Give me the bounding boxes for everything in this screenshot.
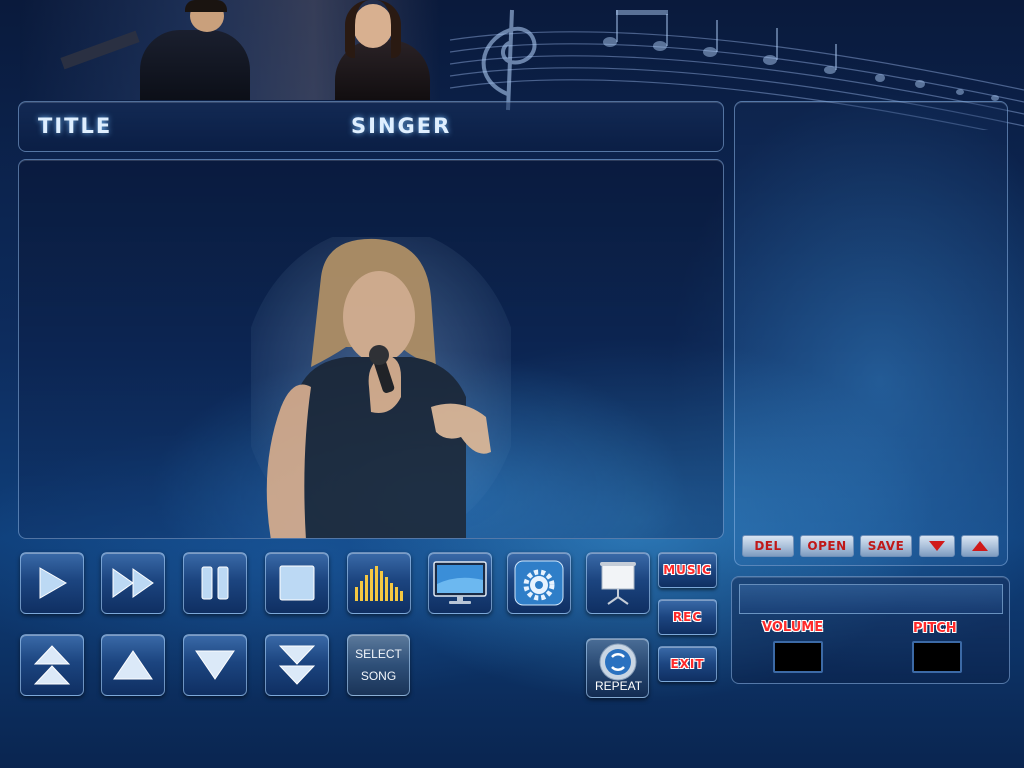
singer-image [251, 237, 511, 538]
fast-forward-button[interactable] [101, 552, 165, 614]
projector-screen-icon [600, 562, 636, 605]
pause-button[interactable] [183, 552, 247, 614]
gear-icon [514, 560, 564, 606]
save-button[interactable]: SAVE [860, 535, 912, 557]
exit-button[interactable]: EXIT [658, 646, 717, 682]
repeat-icon [599, 643, 637, 681]
volume-display [773, 641, 823, 673]
double-down-arrow-icon [279, 645, 315, 685]
select-song-button[interactable]: SELECT SONG [347, 634, 410, 696]
play-icon [39, 567, 67, 599]
select-song-line2: SONG [360, 669, 397, 683]
move-down-button[interactable] [919, 535, 955, 557]
down-arrow-icon [195, 650, 235, 680]
next-song-button[interactable] [183, 634, 247, 696]
man-hair [185, 0, 227, 12]
man-arm [60, 30, 140, 70]
title-column-label: TITLE [38, 114, 113, 138]
move-up-button[interactable] [961, 535, 999, 557]
header-banner-photo [20, 0, 440, 100]
select-song-line1: SELECT [355, 647, 402, 661]
man-figure [140, 30, 250, 100]
stop-button[interactable] [265, 552, 329, 614]
settings-button[interactable] [507, 552, 571, 614]
delete-button[interactable]: DEL [742, 535, 794, 557]
pitch-label: PITCH [913, 621, 957, 636]
play-button[interactable] [20, 552, 84, 614]
stop-icon [279, 565, 315, 601]
woman-hair [345, 0, 401, 58]
projector-screen-button[interactable] [586, 552, 650, 614]
equalizer-button[interactable] [347, 552, 411, 614]
song-info-field [739, 584, 1003, 614]
repeat-button[interactable]: REPEAT [586, 638, 649, 698]
down-arrow-icon [929, 541, 945, 551]
first-song-button[interactable] [20, 634, 84, 696]
music-button[interactable]: MUSIC [658, 552, 717, 588]
open-button[interactable]: OPEN [800, 535, 854, 557]
up-arrow-icon [113, 650, 153, 680]
song-header-bar: TITLE SINGER [18, 101, 724, 152]
pause-icon [201, 566, 229, 600]
equalizer-icon [355, 566, 403, 601]
repeat-label: REPEAT [594, 679, 643, 693]
volume-label: VOLUME [762, 620, 824, 635]
double-up-arrow-icon [34, 645, 70, 685]
record-button[interactable]: REC [658, 599, 717, 635]
last-song-button[interactable] [265, 634, 329, 696]
monitor-icon [433, 561, 487, 604]
display-button[interactable] [428, 552, 492, 614]
previous-song-button[interactable] [101, 634, 165, 696]
playlist-panel[interactable] [734, 101, 1008, 566]
video-display [18, 159, 724, 539]
fast-forward-icon [112, 568, 154, 598]
up-arrow-icon [972, 541, 988, 551]
singer-column-label: SINGER [351, 114, 452, 138]
pitch-display [912, 641, 962, 673]
